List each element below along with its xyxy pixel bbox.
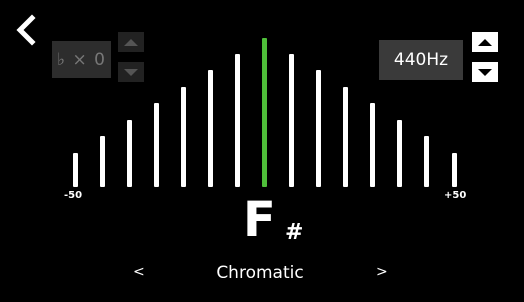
meter-bar bbox=[235, 54, 240, 187]
mode-next-button[interactable]: > bbox=[376, 264, 388, 280]
triangle-down-icon bbox=[124, 68, 138, 76]
meter-bar bbox=[316, 70, 321, 187]
meter-bar bbox=[208, 70, 213, 187]
triangle-up-icon bbox=[124, 38, 138, 46]
note-accidental: # bbox=[285, 220, 304, 245]
chevron-left-icon bbox=[16, 14, 36, 46]
meter-bar bbox=[181, 87, 186, 187]
meter-bar bbox=[154, 103, 159, 187]
flat-value-display[interactable]: ♭ × 0 bbox=[52, 41, 111, 78]
meter-center-bar bbox=[262, 38, 267, 187]
meter-min-label: -50 bbox=[64, 190, 83, 201]
tuner-mode-label: Chromatic bbox=[216, 263, 304, 283]
meter-bar bbox=[424, 136, 429, 187]
meter-bar bbox=[100, 136, 105, 187]
meter-bar bbox=[397, 120, 402, 187]
meter-bar bbox=[73, 153, 78, 187]
triangle-down-icon bbox=[478, 68, 492, 76]
triangle-up-icon bbox=[478, 38, 492, 46]
back-button[interactable] bbox=[12, 14, 38, 46]
meter-bar bbox=[452, 153, 457, 187]
meter-bar bbox=[289, 54, 294, 187]
flat-up-button[interactable] bbox=[118, 32, 144, 52]
calibration-down-button[interactable] bbox=[472, 62, 498, 82]
calibration-up-button[interactable] bbox=[472, 32, 498, 52]
meter-bar bbox=[370, 103, 375, 187]
mode-prev-button[interactable]: < bbox=[133, 264, 145, 280]
note-name: F bbox=[243, 192, 276, 248]
meter-bar bbox=[343, 87, 348, 187]
calibration-value-display[interactable]: 440Hz bbox=[379, 40, 463, 80]
meter-max-label: +50 bbox=[444, 190, 467, 201]
meter-bar bbox=[127, 120, 132, 187]
flat-down-button[interactable] bbox=[118, 62, 144, 82]
